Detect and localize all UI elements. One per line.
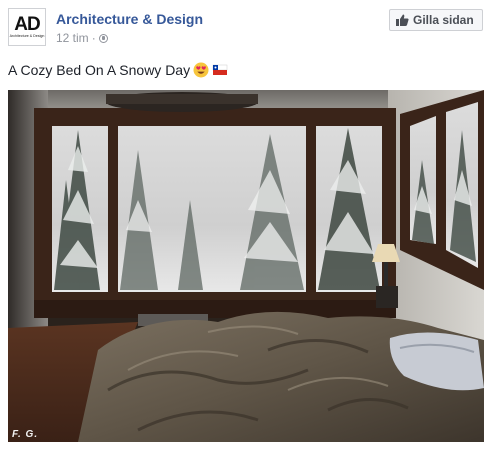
logo-subtitle: Architecture & Design <box>9 34 45 38</box>
like-page-label: Gilla sidan <box>413 13 474 27</box>
like-page-button[interactable]: Gilla sidan <box>389 9 483 31</box>
post-timestamp[interactable]: 12 tim <box>56 31 89 45</box>
page-name-link[interactable]: Architecture & Design <box>56 11 203 27</box>
logo-mark: AD <box>14 14 40 35</box>
photo-watermark: F. G. <box>12 429 39 440</box>
post-caption: A Cozy Bed On A Snowy Day <box>8 62 228 78</box>
post-photo[interactable]: F. G. <box>8 90 484 442</box>
page-avatar[interactable]: AD Architecture & Design <box>8 8 46 46</box>
photo-scene <box>8 90 484 442</box>
meta-separator: · <box>91 31 96 45</box>
chile-flag-icon <box>212 64 228 75</box>
post-meta: 12 tim · <box>56 31 108 45</box>
caption-text: A Cozy Bed On A Snowy Day <box>8 62 191 78</box>
globe-icon[interactable] <box>98 33 108 43</box>
facebook-post: AD Architecture & Design Architecture & … <box>0 0 495 456</box>
thumbs-up-icon <box>396 14 409 26</box>
heart-eyes-emoji-icon <box>193 62 209 78</box>
